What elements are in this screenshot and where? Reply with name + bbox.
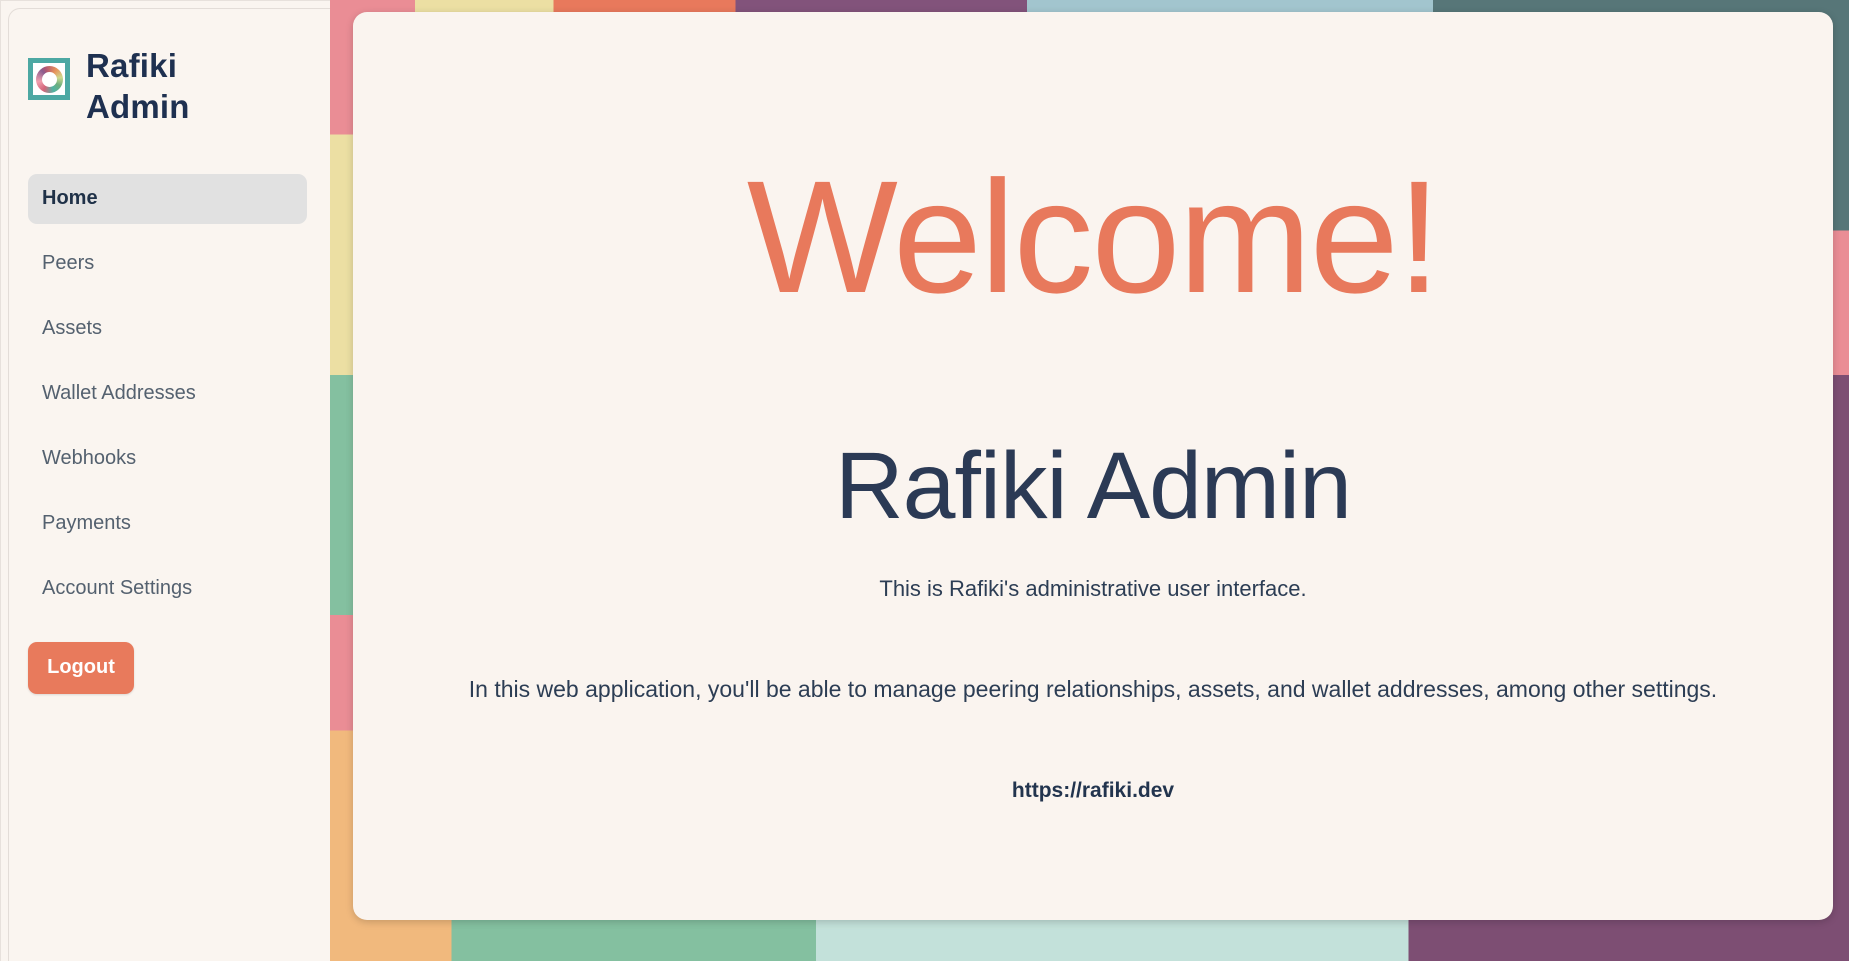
description-text: In this web application, you'll be able … bbox=[469, 676, 1717, 703]
sidebar-item-payments[interactable]: Payments bbox=[28, 499, 307, 549]
rafiki-ring-icon bbox=[36, 66, 63, 93]
background-collage-right bbox=[1832, 0, 1849, 961]
sidebar-item-wallet-addresses[interactable]: Wallet Addresses bbox=[28, 369, 307, 419]
welcome-heading: Welcome! bbox=[747, 157, 1439, 317]
subtitle-text: This is Rafiki's administrative user int… bbox=[879, 576, 1306, 602]
page-title: Rafiki Admin bbox=[835, 439, 1351, 534]
sidebar-item-webhooks[interactable]: Webhooks bbox=[28, 434, 307, 484]
app-title: Rafiki Admin bbox=[86, 46, 236, 128]
brand: Rafiki Admin bbox=[28, 46, 307, 128]
rafiki-logo-icon bbox=[28, 58, 70, 100]
sidebar-item-peers[interactable]: Peers bbox=[28, 239, 307, 289]
main-area: Welcome! Rafiki Admin This is Rafiki's a… bbox=[330, 0, 1849, 961]
rafiki-dev-link[interactable]: https://rafiki.dev bbox=[1012, 779, 1174, 803]
sidebar-item-account-settings[interactable]: Account Settings bbox=[28, 564, 307, 614]
sidebar-item-home[interactable]: Home bbox=[28, 174, 307, 224]
background-collage-left bbox=[330, 0, 354, 961]
sidebar: Rafiki Admin Home Peers Assets Wallet Ad… bbox=[0, 0, 330, 961]
logout-button[interactable]: Logout bbox=[28, 642, 134, 694]
sidebar-item-assets[interactable]: Assets bbox=[28, 304, 307, 354]
sidebar-nav: Home Peers Assets Wallet Addresses Webho… bbox=[28, 174, 307, 614]
welcome-card: Welcome! Rafiki Admin This is Rafiki's a… bbox=[353, 12, 1833, 920]
